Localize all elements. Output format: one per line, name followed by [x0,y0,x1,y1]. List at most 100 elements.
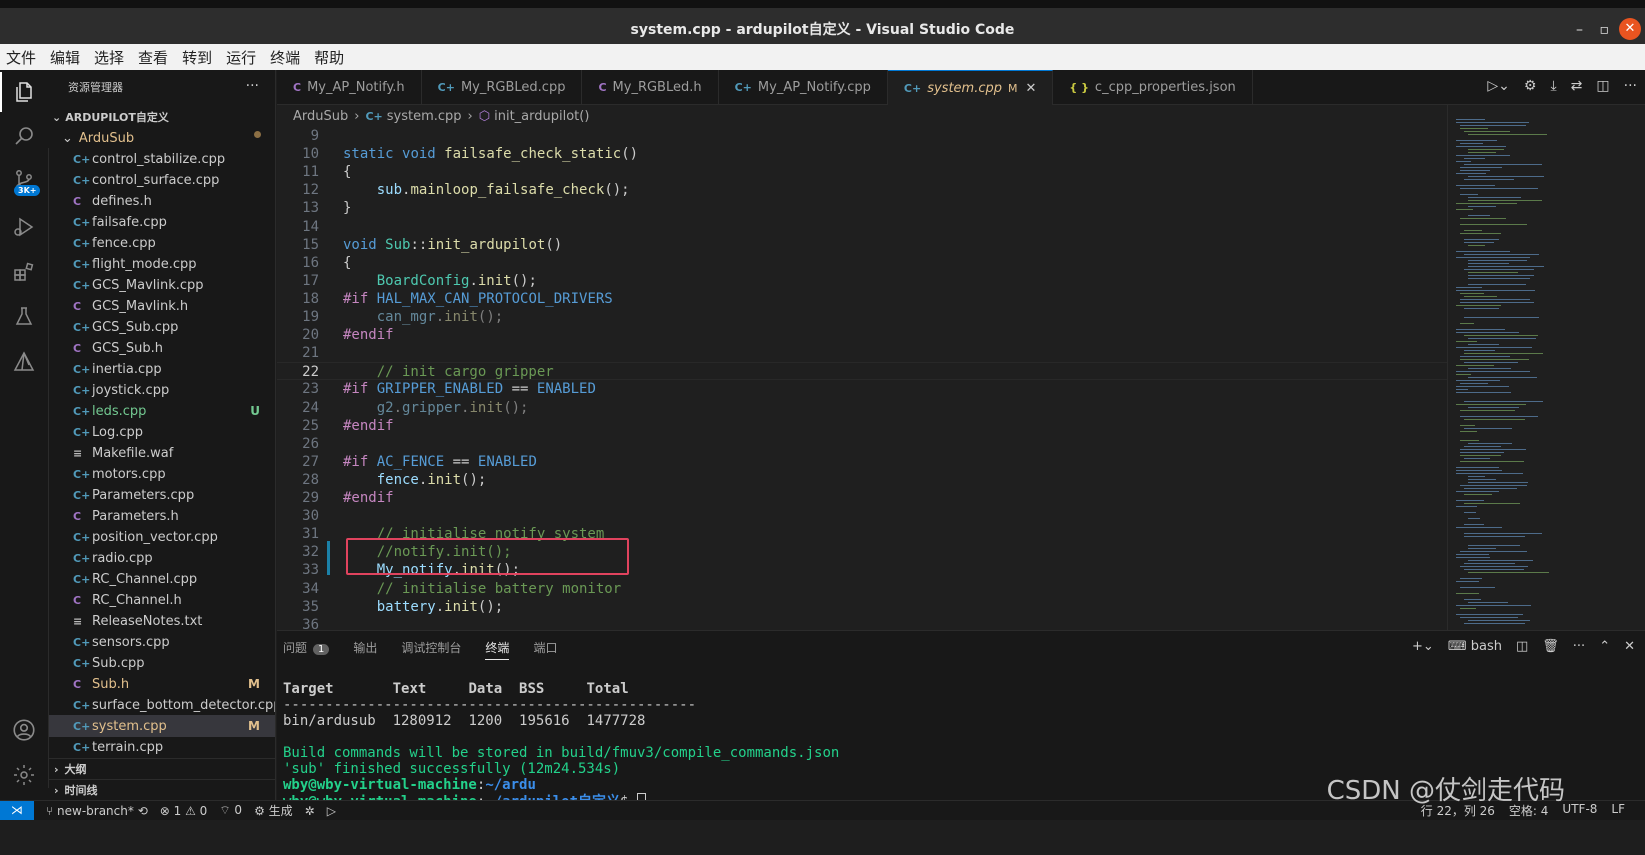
split-terminal-icon[interactable]: ◫ [1516,639,1528,654]
close-window-button[interactable]: ✕ [1619,18,1641,40]
minimap[interactable] [1447,105,1645,630]
account-icon[interactable] [0,710,48,750]
file-item[interactable]: C+ motors.cpp [49,463,275,485]
end-of-line[interactable]: LF [1611,802,1625,819]
tab-output[interactable]: 输出 [353,639,377,660]
code-line: 21 [277,344,1447,362]
run-icon[interactable]: ▷⌄ [1487,78,1510,94]
search-icon[interactable] [0,116,48,156]
encoding[interactable]: UTF-8 [1562,802,1597,819]
build-status[interactable]: ⚙ 生成 [254,802,293,819]
menu-selection[interactable]: 选择 [94,47,124,68]
more-icon[interactable]: ··· [1624,78,1637,94]
remote-indicator-icon[interactable]: ⋊ [0,801,34,820]
minimize-button[interactable]: – [1576,22,1583,38]
close-icon[interactable]: ✕ [1026,81,1037,96]
menu-go[interactable]: 转到 [182,47,212,68]
trash-icon[interactable]: 🗑 [1542,639,1559,654]
file-item[interactable]: C+ GCS_Mavlink.cpp [49,274,275,296]
tab-my-rgbled-cpp[interactable]: C+ My_RGBLed.cpp [422,70,583,105]
more-icon[interactable]: ··· [1573,639,1585,654]
file-item[interactable]: C+ control_surface.cpp [49,169,275,191]
compare-icon[interactable]: ⇄ [1571,78,1583,94]
minimap-line [1460,323,1474,324]
menu-edit[interactable]: 编辑 [50,47,80,68]
tab-my-ap-notify-h[interactable]: C My_AP_Notify.h [277,70,422,105]
cpp-file-icon: C+ [73,488,91,502]
new-terminal-icon[interactable]: +⌄ [1412,639,1434,654]
file-item[interactable]: C+ inertia.cpp [49,358,275,380]
file-item[interactable]: C+ joystick.cpp [49,379,275,401]
menu-help[interactable]: 帮助 [314,47,344,68]
close-panel-icon[interactable]: ✕ [1624,639,1635,654]
outline-section[interactable]: › 大纲 [48,758,276,779]
tab-terminal[interactable]: 终端 [485,639,510,660]
breadcrumb-symbol[interactable]: init_ardupilot() [494,109,589,124]
run-debug-icon[interactable] [0,207,48,247]
problems-status[interactable]: ⊗ 1 ⚠ 0 [160,804,208,818]
tab-label: My_AP_Notify.cpp [757,80,871,95]
file-item[interactable]: Cdefines.h [49,190,275,212]
more-actions-icon[interactable]: ··· [246,78,259,94]
tab-problems[interactable]: 问题 1 [283,639,330,660]
file-item[interactable]: C+ flight_mode.cpp [49,253,275,275]
file-item[interactable]: ≡ Makefile.waf [49,442,275,464]
file-item-label: failsafe.cpp [92,214,167,230]
split-editor-icon[interactable]: ◫ [1596,78,1609,94]
file-item[interactable]: C+ surface_bottom_detector.cpp [49,694,275,716]
file-item[interactable]: C Parameters.h [49,505,275,527]
file-item[interactable]: C+ radio.cpp [49,547,275,569]
breadcrumb-file[interactable]: system.cpp [387,109,462,124]
tab-ports[interactable]: 端口 [533,639,557,660]
editor-tabs: C My_AP_Notify.h C+ My_RGBLed.cpp C My_RGBLed… [277,70,1645,105]
file-item[interactable]: C+ RC_Channel.cpp [49,568,275,590]
download-icon[interactable]: ⤓ [1550,78,1556,94]
tab-c-cpp-properties-json[interactable]: { } c_cpp_properties.json [1053,70,1253,105]
ports-status[interactable]: ⌔ 0 [219,803,242,818]
tab-my-rgbled-h[interactable]: C My_RGBLed.h [582,70,719,105]
minimap-line [1456,251,1510,252]
explorer-icon[interactable] [0,72,48,112]
file-item[interactable]: C Sub.h M [49,673,275,695]
maximize-button[interactable]: ▫ [1600,22,1610,38]
cmake-icon[interactable] [0,342,48,382]
testing-icon[interactable] [0,297,48,337]
file-item[interactable]: C+ failsafe.cpp [49,211,275,233]
folder-ardusub[interactable]: ⌄ ArduSub [62,127,275,149]
file-item[interactable]: C GCS_Sub.h [49,337,275,359]
tab-my-ap-notify-cpp[interactable]: C+ My_AP_Notify.cpp [719,70,888,105]
menu-terminal[interactable]: 终端 [270,47,300,68]
file-item[interactable]: C+ leds.cpp U [49,400,275,422]
file-item[interactable]: ≡ ReleaseNotes.txt [49,610,275,632]
file-item[interactable]: C+ Log.cpp [49,421,275,443]
code-line: 17 BoardConfig.init(); [277,272,1447,290]
git-branch[interactable]: ⑂ new-branch* ⟲ [46,804,148,818]
file-item[interactable]: C+ Parameters.cpp [49,484,275,506]
file-item[interactable]: C GCS_Mavlink.h [49,295,275,317]
extensions-icon[interactable] [0,252,48,292]
file-item[interactable]: C+ fence.cpp [49,232,275,254]
timeline-section[interactable]: › 时间线 [48,779,276,800]
gear-icon[interactable] [0,755,48,795]
menu-view[interactable]: 查看 [138,47,168,68]
gear-icon[interactable]: ⚙ [1524,78,1537,94]
maximize-panel-icon[interactable]: ⌃ [1599,639,1610,654]
launch-icon[interactable]: ▷ [327,804,336,818]
tab-debug-console[interactable]: 调试控制台 [401,639,461,660]
file-item[interactable]: C+ system.cpp M [49,715,275,737]
debug-status-icon[interactable]: ✲ [305,804,315,818]
menu-file[interactable]: 文件 [6,47,36,68]
file-item[interactable]: C+ sensors.cpp [49,631,275,653]
terminal-shell-selector[interactable]: ⌨ bash [1448,639,1502,654]
file-item[interactable]: C+ control_stabilize.cpp [49,148,275,170]
workspace-root[interactable]: ⌄ ARDUPILOT自定义 [48,106,275,128]
file-item[interactable]: C+ GCS_Sub.cpp [49,316,275,338]
breadcrumb-folder[interactable]: ArduSub [293,109,348,124]
file-item[interactable]: C+ position_vector.cpp [49,526,275,548]
tab-system-cpp[interactable]: C+ system.cpp M ✕ [887,70,1054,105]
file-item[interactable]: C+ Sub.cpp [49,652,275,674]
file-item[interactable]: C RC_Channel.h [49,589,275,611]
menu-run[interactable]: 运行 [226,47,256,68]
file-item[interactable]: C+ terrain.cpp [49,736,275,758]
minimap-line [1456,467,1499,468]
